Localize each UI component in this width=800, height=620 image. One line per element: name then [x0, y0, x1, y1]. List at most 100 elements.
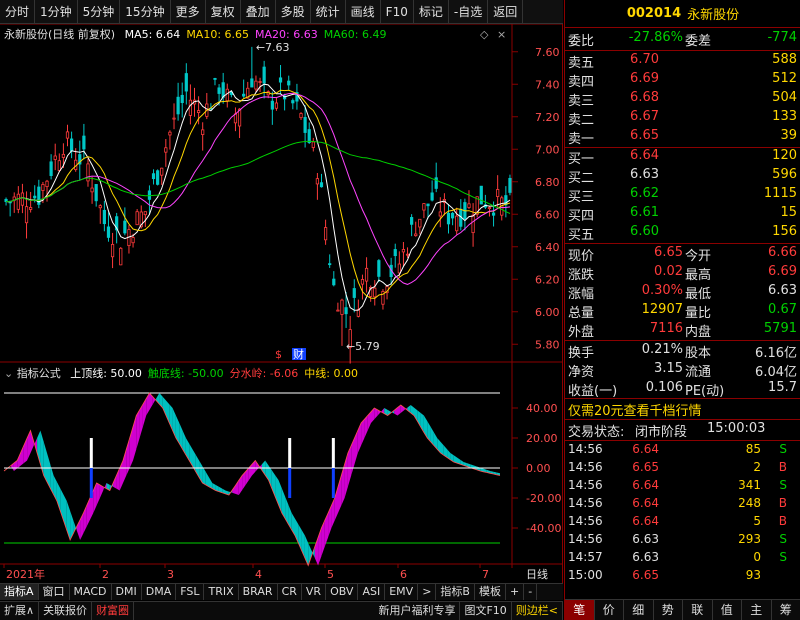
candle [213, 77, 217, 86]
toolbar-item-0[interactable]: 分时 [0, 0, 36, 24]
indicator-tab-16[interactable]: + [506, 584, 525, 600]
tick-side: B [778, 514, 787, 528]
bid-volume: 15 [780, 205, 797, 220]
status-left-2[interactable]: 财富圈 [92, 602, 135, 620]
quote-row: 买四 6.61 15 [565, 205, 800, 224]
status-right-1[interactable]: 图文F10 [460, 602, 512, 620]
signal-bar [331, 438, 335, 468]
quote-nav-2[interactable]: 细 [624, 600, 654, 620]
indicator-tab-5[interactable]: FSL [176, 584, 205, 600]
quote-row: 卖三 6.68 504 [565, 90, 800, 109]
indicator-icon[interactable]: ⌄ [4, 367, 13, 380]
indicator-tab-17[interactable]: - [524, 584, 538, 600]
tick-row: 14:56 6.64 248 B [565, 496, 800, 514]
stat-value: 3.15 [654, 361, 683, 376]
indicator-tick-label: 0.00 [526, 462, 551, 475]
quote-row: 买三 6.62 1115 [565, 186, 800, 205]
indicator-tab-8[interactable]: CR [278, 584, 302, 600]
indicator-tab-1[interactable]: 窗口 [39, 584, 70, 600]
toolbar-item-9[interactable]: 画线 [346, 0, 381, 24]
diamond-icon[interactable]: ◇ [480, 28, 489, 41]
indicator-tab-15[interactable]: 模板 [475, 584, 506, 600]
indicator-tab-2[interactable]: MACD [70, 584, 112, 600]
candle [299, 112, 303, 120]
candle [98, 204, 102, 224]
indicator-tab-13[interactable]: > [418, 584, 437, 600]
toolbar-item-13[interactable]: 返回 [488, 0, 524, 24]
candle [65, 124, 70, 147]
candle [237, 108, 242, 139]
indicator-tab-4[interactable]: DMA [142, 584, 177, 600]
quote-row: 换手 0.21% 股本 6.16亿 [565, 342, 800, 361]
toolbar-item-10[interactable]: F10 [381, 0, 414, 24]
indicator-tab-12[interactable]: EMV [385, 584, 419, 600]
candle [455, 207, 459, 235]
indicator-tab-3[interactable]: DMI [112, 584, 142, 600]
ask-price: 6.67 [630, 109, 659, 124]
indicator-tab-14[interactable]: 指标B [436, 584, 475, 600]
stat-value: 6.16亿 [755, 346, 797, 361]
toolbar-item-11[interactable]: 标记 [414, 0, 449, 24]
stat-label: 量比 [685, 306, 712, 321]
quote-nav-7[interactable]: 筹 [772, 600, 800, 620]
kline-chart-area[interactable]: 7.60 7.40 7.20 7.00 6.80 6.60 6.40 6.20 6.00 5.80… [0, 23, 563, 584]
ma-legend-item: MA20: 6.63 [255, 28, 318, 41]
quote-nav-3[interactable]: 势 [654, 600, 683, 620]
quote-nav-5[interactable]: 值 [713, 600, 742, 620]
quote-nav-0[interactable]: 笔 [565, 600, 595, 620]
toolbar-item-6[interactable]: 叠加 [241, 0, 276, 24]
toolbar-item-2[interactable]: 5分钟 [78, 0, 121, 24]
candle [295, 83, 299, 110]
toolbar-item-7[interactable]: 多股 [276, 0, 311, 24]
candle [164, 138, 168, 167]
toolbar-item-8[interactable]: 统计 [311, 0, 346, 24]
quote-nav-6[interactable]: 主 [742, 600, 772, 620]
tick-price: 6.65 [632, 460, 659, 474]
candle [221, 72, 225, 104]
status-right-2[interactable]: 则边栏< [512, 602, 563, 620]
stat-label: 流通 [685, 365, 712, 380]
status-left-0[interactable]: 扩展∧ [0, 602, 40, 620]
candle [471, 203, 475, 247]
candle [225, 83, 229, 108]
candle [377, 259, 381, 283]
status-right-0[interactable]: 新用户福利专享 [374, 602, 461, 620]
quote-nav-1[interactable]: 价 [595, 600, 624, 620]
tick-volume: 2 [753, 460, 761, 474]
toolbar-item-5[interactable]: 复权 [206, 0, 241, 24]
indicator-tab-6[interactable]: TRIX [204, 584, 239, 600]
kline-chart-svg[interactable]: 7.60 7.40 7.20 7.00 6.80 6.60 6.40 6.20 6.00 5.80… [0, 23, 563, 584]
close-icon[interactable]: × [497, 28, 506, 41]
finance-marker[interactable]: 财 [293, 347, 304, 361]
bid-volume: 120 [772, 148, 797, 163]
weibi-label: 委比 [568, 34, 595, 49]
indicator-tab-0[interactable]: 指标A [0, 584, 39, 600]
indicator-tab-7[interactable]: BRAR [239, 584, 278, 600]
ask-volume: 133 [772, 109, 797, 124]
toolbar-item-3[interactable]: 15分钟 [120, 0, 171, 24]
indicator-tab-9[interactable]: VR [302, 584, 327, 600]
divider [565, 419, 800, 420]
quote-row: 卖四 6.69 512 [565, 71, 800, 90]
x-axis-unit[interactable]: 日线 [526, 567, 548, 581]
bid-label: 买三 [568, 190, 595, 205]
indicator-tab-10[interactable]: OBV [326, 584, 359, 600]
toolbar-item-1[interactable]: 1分钟 [35, 0, 78, 24]
bid-price: 6.64 [630, 148, 659, 163]
bid-price: 6.60 [630, 224, 659, 239]
tick-row: 14:56 6.65 2 B [565, 460, 800, 478]
stat-value: 0.21% [641, 342, 683, 357]
indicator-legend-item: 触底线: -50.00 [147, 367, 224, 380]
dividend-marker[interactable]: $ [275, 348, 282, 361]
indicator-tab-11[interactable]: ASI [358, 584, 386, 600]
quote-nav-4[interactable]: 联 [683, 600, 713, 620]
status-left-1[interactable]: 关联报价 [39, 602, 93, 620]
tick-time: 14:56 [568, 442, 603, 456]
indicator-name: 指标公式 [16, 367, 61, 380]
toolbar-item-12[interactable]: -自选 [449, 0, 489, 24]
x-axis-label: 3 [167, 568, 174, 581]
stat-value: 0.30% [641, 283, 683, 298]
toolbar-item-4[interactable]: 更多 [171, 0, 206, 24]
tick-volume: 0 [753, 550, 761, 564]
promo-link[interactable]: 仅需20元查看千档行情 [568, 400, 702, 419]
